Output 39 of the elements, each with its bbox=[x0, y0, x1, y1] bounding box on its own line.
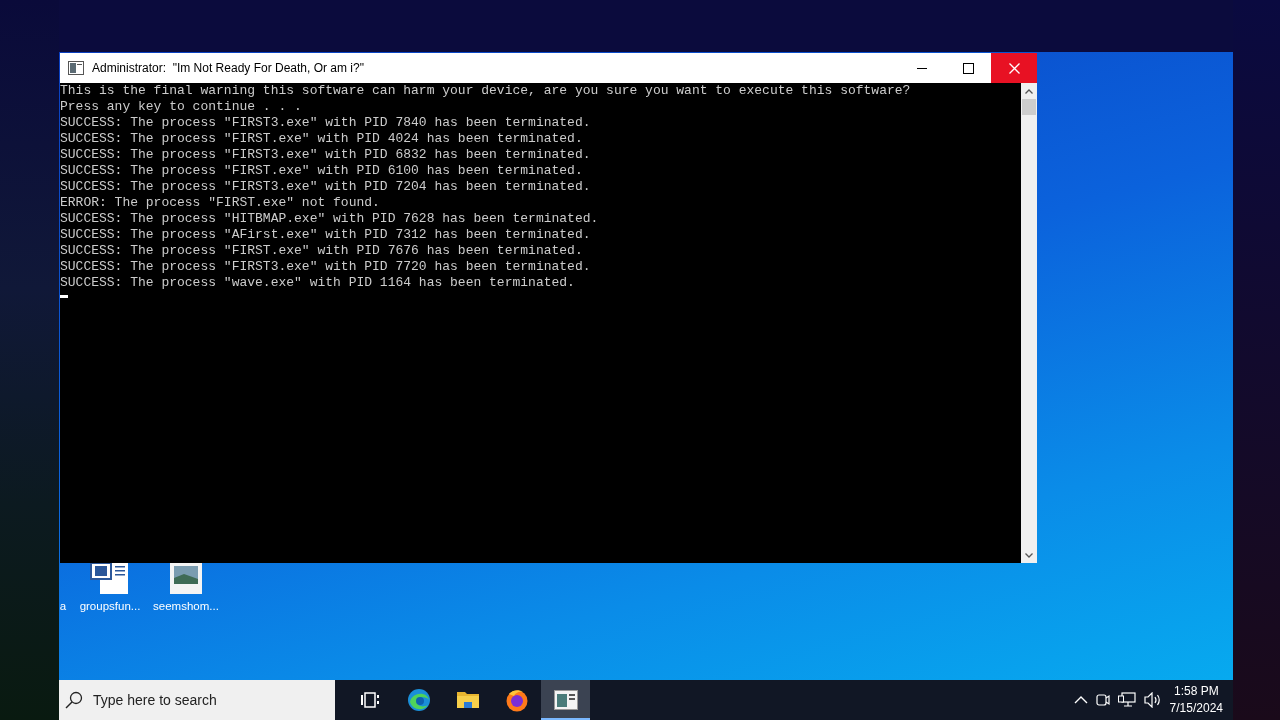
close-icon bbox=[1008, 62, 1020, 74]
search-icon bbox=[65, 691, 83, 709]
text-cursor bbox=[60, 295, 68, 298]
desktop-icon-label[interactable]: a bbox=[59, 598, 67, 616]
console-line: ERROR: The process "FIRST.exe" not found. bbox=[60, 195, 381, 211]
console-line: This is the final warning this software can harm your device, are you sure you want to execute this software? bbox=[60, 83, 912, 99]
minimize-icon bbox=[917, 67, 927, 69]
console-window-icon bbox=[553, 690, 578, 710]
clock[interactable]: 1:58 PM 7/15/2024 bbox=[1169, 683, 1223, 717]
scroll-down-icon[interactable] bbox=[1025, 552, 1033, 558]
image-file-icon bbox=[170, 562, 202, 594]
scroll-up-icon[interactable] bbox=[1025, 88, 1033, 94]
console-line: SUCCESS: The process "AFirst.exe" with PID 7312 has been terminated. bbox=[60, 227, 592, 243]
console-line: SUCCESS: The process "FIRST.exe" with PID 7676 has been terminated. bbox=[60, 243, 584, 259]
console-line: SUCCESS: The process "FIRST.exe" with PID 6100 has been terminated. bbox=[60, 163, 584, 179]
console-line: SUCCESS: The process "FIRST.exe" with PID 4024 has been terminated. bbox=[60, 131, 584, 147]
firefox-icon bbox=[504, 688, 529, 712]
speaker-icon[interactable] bbox=[1143, 692, 1162, 708]
task-view-icon bbox=[359, 690, 380, 710]
maximize-icon bbox=[962, 62, 974, 74]
console-line: SUCCESS: The process "FIRST3.exe" with PID 7840 has been terminated. bbox=[60, 115, 592, 131]
window-title: Administrator: "Im Not Ready For Death, Or am i?" bbox=[92, 60, 365, 77]
network-icon[interactable] bbox=[1117, 692, 1136, 708]
console-line: SUCCESS: The process "FIRST3.exe" with PID 7204 has been terminated. bbox=[60, 179, 592, 195]
console-line: SUCCESS: The process "FIRST3.exe" with PID 6832 has been terminated. bbox=[60, 147, 592, 163]
console-line: Press any key to continue . . . bbox=[60, 99, 303, 115]
console-line: SUCCESS: The process "wave.exe" with PID 1164 has been terminated. bbox=[60, 275, 576, 291]
console-line: SUCCESS: The process "HITBMAP.exe" with PID 7628 has been terminated. bbox=[60, 211, 600, 227]
document-icon bbox=[90, 562, 130, 594]
search-box[interactable]: Type here to search bbox=[59, 680, 335, 720]
console-app-icon bbox=[68, 61, 84, 75]
chevron-up-icon[interactable] bbox=[1073, 696, 1088, 704]
browser-icon bbox=[406, 688, 431, 712]
desktop-icon-label[interactable]: seemshom... bbox=[153, 598, 219, 616]
desktop-icon-label[interactable]: groupsfun... bbox=[79, 598, 141, 616]
console-line: SUCCESS: The process "FIRST3.exe" with PID 7720 has been terminated. bbox=[60, 259, 592, 275]
webcam-icon[interactable] bbox=[1095, 692, 1110, 708]
scrollbar-thumb[interactable] bbox=[1022, 99, 1036, 115]
taskbar-app-button[interactable] bbox=[541, 680, 590, 720]
